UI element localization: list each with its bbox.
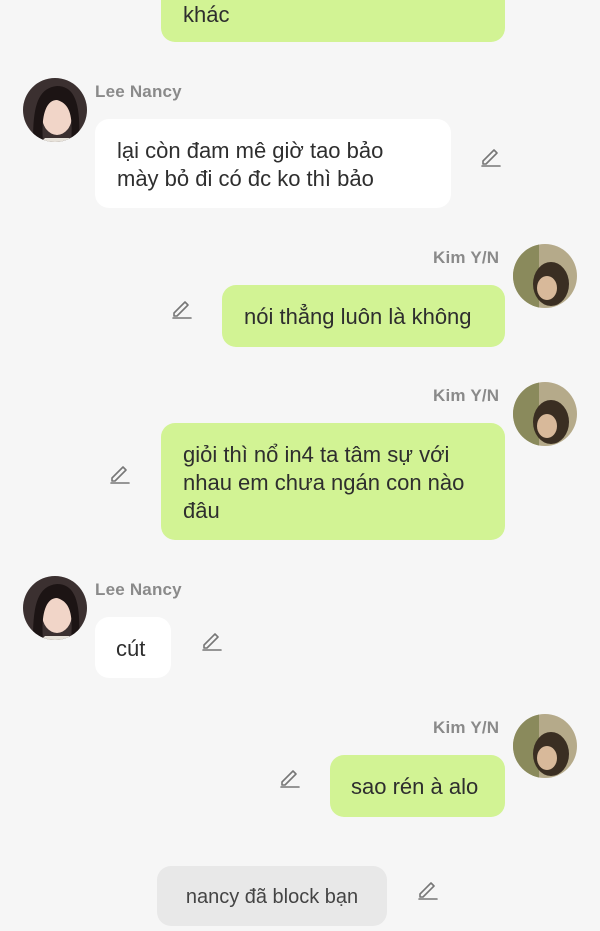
avatar-kim-yn[interactable] [513,244,577,308]
sender-name: Kim Y/N [433,718,500,737]
message-bubble-received[interactable]: lại còn đam mê giờ tao bảo mày bỏ đi có … [95,119,451,208]
message-bubble-received[interactable]: cút [95,617,171,678]
avatar-kim-yn[interactable] [513,714,577,778]
message-text: lại còn đam mê giờ tao bảo mày bỏ đi có … [117,138,384,191]
pencil-edit-icon[interactable] [416,877,440,901]
message-text: giỏi thì nổ in4 ta tâm sự với nhau em ch… [183,442,465,523]
pencil-edit-icon[interactable] [170,296,194,320]
message-bubble-sent[interactable]: giỏi thì nổ in4 ta tâm sự với nhau em ch… [161,423,505,540]
message-bubble-sent[interactable]: nói thẳng luôn là không [222,285,505,347]
message-text: nói thẳng luôn là không [244,304,472,329]
message-text: cút [116,636,146,661]
system-message-text: nancy đã block bạn [185,886,359,908]
avatar-kim-yn[interactable] [513,382,577,446]
pencil-edit-icon[interactable] [479,144,503,168]
message-bubble-sent[interactable]: sao rén à alo [330,755,505,817]
sender-name: Kim Y/N [433,248,500,267]
avatar-lee-nancy[interactable] [23,576,87,640]
pencil-edit-icon[interactable] [108,461,132,485]
sender-name: Kim Y/N [433,386,500,405]
message-text: sao rén à alo [351,774,479,799]
message-bubble-sent[interactable]: khác [161,0,505,42]
pencil-edit-icon[interactable] [200,628,224,652]
sender-name: Lee Nancy [95,82,182,101]
system-block-notice: nancy đã block bạn [157,866,387,926]
sender-name: Lee Nancy [95,580,182,599]
pencil-edit-icon[interactable] [278,765,302,789]
avatar-lee-nancy[interactable] [23,78,87,142]
message-text: khác [183,2,230,27]
